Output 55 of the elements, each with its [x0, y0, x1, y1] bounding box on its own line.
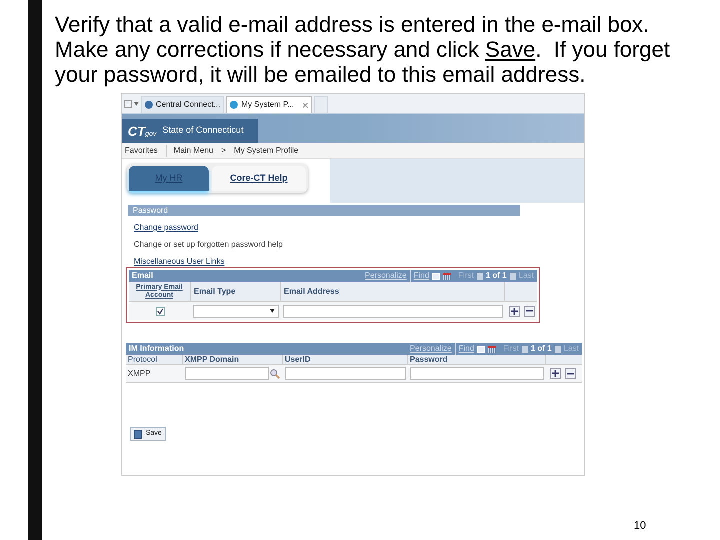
- site-title: State of Connecticut: [162, 124, 244, 138]
- spreadsheet-icon[interactable]: [443, 272, 452, 280]
- page-number: 10: [634, 519, 646, 534]
- page-icon: [230, 101, 238, 109]
- main-menu[interactable]: Main Menu: [166, 144, 214, 156]
- column-header: Password: [408, 355, 546, 364]
- caret-icon: [270, 309, 275, 313]
- plus-icon: [511, 308, 518, 314]
- grid-title: Email: [132, 270, 154, 282]
- first-label: First: [458, 270, 474, 282]
- input-field[interactable]: [285, 367, 406, 380]
- view-icon[interactable]: [477, 346, 486, 352]
- browser-tab[interactable]: Central Connect...: [141, 96, 224, 113]
- page-count: 1 of 1: [486, 270, 507, 282]
- browser-tab[interactable]: My System P...: [226, 96, 312, 113]
- spreadsheet-icon[interactable]: [488, 346, 496, 352]
- minus-icon: [526, 310, 533, 312]
- column-header: Email Address: [281, 282, 505, 301]
- view-icon[interactable]: [432, 272, 440, 280]
- instruction-text: Verify that a valid e-mail address is entered in the e-mail box. Make any corrections if necessary and click Save. If you forget your password, it will be emailed to this email address.: [55, 12, 672, 87]
- delete-row-button[interactable]: [565, 368, 576, 379]
- column-header: UserID: [283, 355, 408, 364]
- dropdown-field[interactable]: [193, 304, 279, 318]
- first-label: First: [503, 343, 519, 355]
- section-header: Password: [128, 205, 520, 216]
- add-row-button[interactable]: [509, 306, 520, 316]
- link[interactable]: Miscellaneous User Links: [128, 257, 225, 267]
- add-row-button[interactable]: [550, 368, 561, 379]
- delete-row-button[interactable]: [524, 306, 535, 316]
- search-icon[interactable]: [270, 368, 280, 378]
- input-field[interactable]: [185, 367, 269, 380]
- last-label: Last: [518, 270, 534, 282]
- last-label: Last: [564, 343, 579, 355]
- grid-title: IM Information: [129, 343, 184, 355]
- caret-icon[interactable]: [134, 102, 139, 106]
- link[interactable]: Change password: [128, 223, 198, 233]
- minus-icon: [567, 372, 574, 374]
- column-header: Email Type: [191, 282, 281, 301]
- input-field[interactable]: [283, 304, 503, 318]
- input-field[interactable]: [410, 367, 544, 380]
- help-text: Change or set up forgotten password help: [133, 240, 283, 250]
- column-header: Protocol: [126, 355, 183, 364]
- page-count: 1 of 1: [530, 343, 552, 355]
- page-icon: [145, 101, 153, 109]
- portal-tab[interactable]: Core-CT Help: [212, 166, 306, 191]
- column-header: XMPP Domain: [183, 355, 283, 364]
- save-link[interactable]: Save: [485, 37, 536, 62]
- tab-grid-icon[interactable]: [124, 100, 132, 108]
- favorites-menu[interactable]: Favorites: [125, 144, 158, 156]
- checkbox[interactable]: [156, 306, 164, 316]
- plus-icon: [552, 370, 559, 377]
- breadcrumb-current: My System Profile: [234, 144, 299, 156]
- table-cell: XMPP: [128, 368, 151, 378]
- close-tab-icon[interactable]: [303, 102, 308, 108]
- breadcrumb-separator: >: [221, 144, 226, 156]
